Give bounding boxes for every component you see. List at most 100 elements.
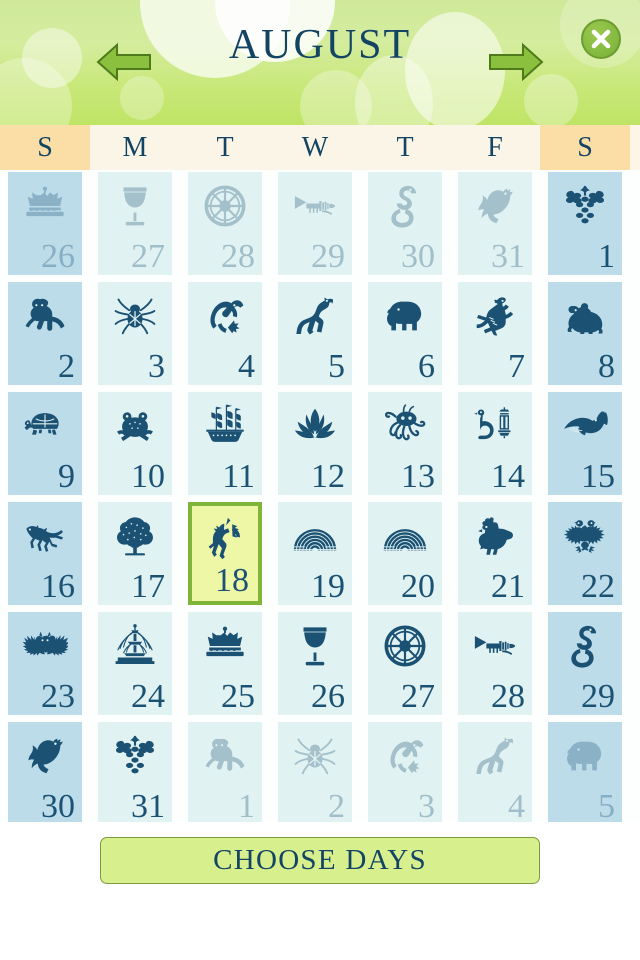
crown-icon [8,180,82,232]
prev-month-button[interactable] [95,38,153,86]
day-cell-surface: 26 [8,172,82,275]
day-cell-surface: 28 [188,172,262,275]
calendar-day-cell[interactable]: 3 [90,280,180,390]
snake-icon [548,620,622,672]
calendar-day-cell[interactable]: 7 [450,280,540,390]
octopus-icon [368,400,442,452]
day-number: 1 [238,788,255,825]
calendar-day-cell[interactable]: 14 [450,390,540,500]
fountain-icon [98,620,172,672]
weekday-label-sat: S [540,125,630,170]
day-number: 5 [598,788,615,825]
calendar-day-cell[interactable]: 17 [90,500,180,610]
day-cell-surface: 5 [278,282,352,385]
grapes-icon [548,180,622,232]
calendar-day-cell[interactable]: 25 [180,610,270,720]
calendar-day-cell[interactable]: 9 [0,390,90,500]
calendar-day-cell[interactable]: 31 [450,170,540,280]
weekday-label-tue: T [180,125,270,170]
calendar-week-row: 16 17 18 19 20 21 22 [0,500,640,610]
lotus-icon [278,400,352,452]
calendar-day-cell[interactable]: 5 [540,720,630,830]
calendar-day-cell[interactable]: 26 [270,610,360,720]
calendar-footer: CHOOSE DAYS [0,822,640,960]
calendar-day-cell[interactable]: 30 [360,170,450,280]
day-number: 13 [401,458,435,495]
day-cell-surface: 15 [548,392,622,495]
calendar-day-cell[interactable]: 2 [270,720,360,830]
day-cell-surface: 13 [368,392,442,495]
monkey-icon [188,730,262,782]
day-number: 31 [491,238,525,275]
calendar-day-cell[interactable]: 29 [270,170,360,280]
day-number: 23 [41,678,75,715]
calendar-day-cell[interactable]: 1 [540,170,630,280]
weekday-label-fri: F [450,125,540,170]
day-cell-surface: 3 [368,722,442,825]
day-cell-surface: 4 [458,722,532,825]
calendar-day-cell[interactable]: 19 [270,500,360,610]
calendar-day-cell[interactable]: 26 [0,170,90,280]
wheel-icon [368,620,442,672]
day-number: 25 [221,678,255,715]
calendar-day-cell[interactable]: 21 [450,500,540,610]
calendar-day-cell-selected[interactable]: 18 [180,500,270,610]
calendar-day-cell[interactable]: 11 [180,390,270,500]
calendar-day-cell[interactable]: 4 [180,280,270,390]
bat-icon [8,620,82,672]
right-arrow-icon [489,42,544,82]
calendar-day-cell[interactable]: 23 [0,610,90,720]
day-cell-surface: 25 [188,612,262,715]
choose-days-button[interactable]: CHOOSE DAYS [100,837,540,884]
calendar-day-cell[interactable]: 15 [540,390,630,500]
calendar-week-row: 30 31 1 2 3 4 5 [0,720,640,830]
day-number: 27 [401,678,435,715]
calendar-day-cell[interactable]: 24 [90,610,180,720]
calendar-day-cell[interactable]: 5 [270,280,360,390]
day-cell-surface: 29 [548,612,622,715]
day-number: 3 [148,348,165,385]
calendar-day-cell[interactable]: 1 [180,720,270,830]
day-number: 12 [311,458,345,495]
day-number: 10 [131,458,165,495]
calendar-day-cell[interactable]: 27 [90,170,180,280]
day-number: 26 [41,238,75,275]
calendar-day-cell[interactable]: 30 [0,720,90,830]
calendar-day-cell[interactable]: 6 [360,280,450,390]
dove-icon [458,180,532,232]
weekday-label-wed: W [270,125,360,170]
calendar-day-cell[interactable]: 8 [540,280,630,390]
day-number: 8 [598,348,615,385]
calendar-day-cell[interactable]: 13 [360,390,450,500]
calendar-day-cell[interactable]: 3 [360,720,450,830]
close-button[interactable] [581,19,621,59]
spider-icon [278,730,352,782]
calendar-week-row: 23 24 25 26 27 28 29 [0,610,640,720]
calendar-day-cell[interactable]: 10 [90,390,180,500]
rainbow-icon [368,510,442,562]
unicorn-icon [192,512,258,564]
day-number: 6 [418,348,435,385]
day-number: 30 [41,788,75,825]
day-cell-surface: 6 [368,282,442,385]
calendar-day-cell[interactable]: 16 [0,500,90,610]
next-month-button[interactable] [487,38,545,86]
day-number: 21 [491,568,525,605]
day-number: 29 [311,238,345,275]
calendar-week-row: 26 27 28 29 30 31 1 [0,170,640,280]
calendar-day-cell[interactable]: 29 [540,610,630,720]
left-arrow-icon [96,42,151,82]
monkey-icon [8,290,82,342]
calendar-day-cell[interactable]: 2 [0,280,90,390]
calendar-week-row: 9 10 11 12 13 14 15 [0,390,640,500]
calendar-day-cell[interactable]: 20 [360,500,450,610]
calendar-day-cell[interactable]: 4 [450,720,540,830]
calendar-day-cell[interactable]: 12 [270,390,360,500]
calendar-day-cell[interactable]: 22 [540,500,630,610]
day-cell-surface: 7 [458,282,532,385]
calendar-day-cell[interactable]: 27 [360,610,450,720]
day-number: 22 [581,568,615,605]
calendar-day-cell[interactable]: 31 [90,720,180,830]
calendar-day-cell[interactable]: 28 [180,170,270,280]
calendar-day-cell[interactable]: 28 [450,610,540,720]
